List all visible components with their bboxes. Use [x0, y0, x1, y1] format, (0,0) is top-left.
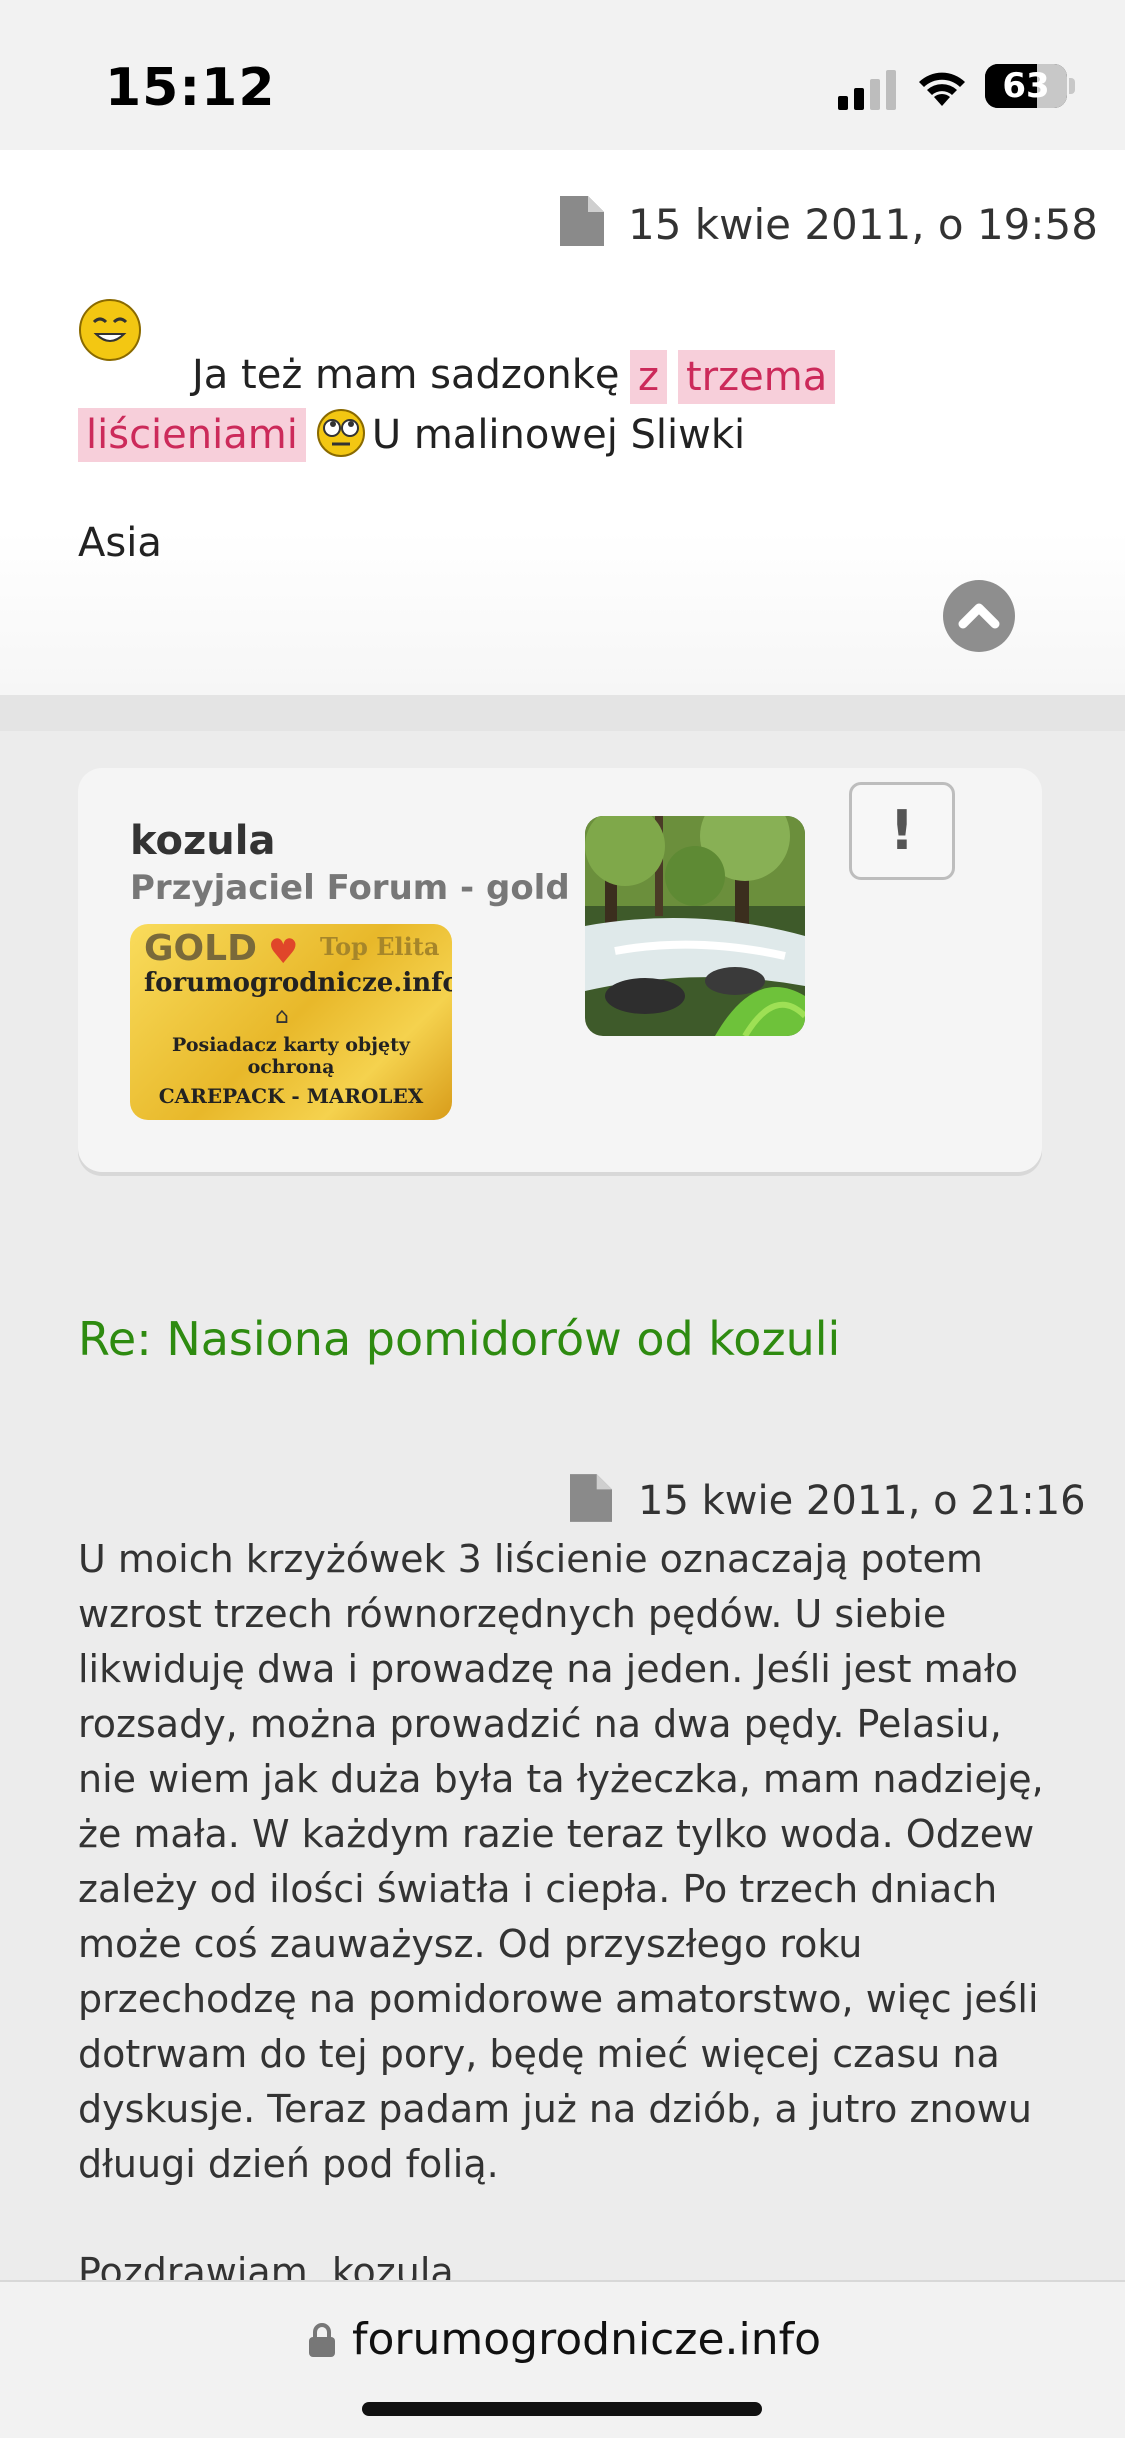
highlight-word: liścieniami — [78, 408, 306, 462]
browser-address-bar[interactable]: forumogrodnicze.info — [0, 2280, 1125, 2438]
post-date: 15 kwie 2011, o 19:58 — [628, 200, 1098, 249]
scroll-up-icon — [958, 603, 1000, 629]
document-icon[interactable] — [560, 196, 604, 246]
house-icon: ⌂ — [275, 1004, 289, 1029]
badge-line: CAREPACK - MAROLEX — [158, 1084, 424, 1108]
post-title[interactable]: Re: Nasiona pomidorów od kozuli — [78, 1312, 840, 1366]
post-date: 15 kwie 2011, o 21:16 — [638, 1478, 1086, 1524]
user-rank: Przyjaciel Forum - gold — [130, 868, 570, 908]
post-body: U moich krzyżówek 3 liścienie oznaczają … — [78, 1537, 1044, 2186]
badge-line: ochroną — [247, 1056, 335, 1078]
post-signature: Asia — [78, 520, 162, 566]
scroll-up-button[interactable] — [943, 580, 1015, 652]
highlight-word: trzema — [678, 350, 836, 404]
badge-site: forumogrodnicze.info — [144, 968, 452, 998]
badge-gold-label: GOLD — [144, 928, 257, 969]
highlight-word: z — [630, 350, 667, 404]
battery-percent: 63 — [1002, 66, 1050, 106]
smiley-icon — [79, 299, 141, 361]
status-time: 15:12 — [105, 58, 276, 118]
battery-icon: 63 — [985, 64, 1067, 108]
avatar[interactable] — [585, 816, 805, 1036]
home-indicator[interactable] — [362, 2402, 762, 2416]
badge-top-label: Top Elita — [320, 932, 440, 961]
battery-tip — [1069, 78, 1075, 94]
badge-line: Posiadacz karty objęty — [172, 1034, 410, 1056]
url-text[interactable]: forumogrodnicze.info — [352, 2314, 821, 2365]
document-icon[interactable] — [570, 1474, 612, 1522]
rolling-eyes-icon — [316, 409, 365, 457]
user-profile-card: kozula Przyjaciel Forum - gold GOLD ♥ To… — [78, 768, 1042, 1172]
signal-icon — [838, 70, 896, 110]
post-separator — [0, 695, 1125, 731]
post-text-end: U malinowej Sliwki — [371, 412, 746, 458]
report-button[interactable]: ! — [849, 782, 955, 880]
username[interactable]: kozula — [130, 818, 275, 864]
post-text-line: liścieniami U malinowej Sliwki — [78, 408, 746, 462]
gold-badge: GOLD ♥ Top Elita forumogrodnicze.info ⌂ … — [130, 924, 452, 1120]
post-text: Ja też mam sadzonkę — [192, 352, 620, 398]
lock-icon — [309, 2323, 335, 2357]
heart-icon: ♥ — [268, 932, 299, 972]
status-bar: 15:12 63 — [0, 0, 1125, 150]
wifi-icon — [919, 72, 965, 106]
